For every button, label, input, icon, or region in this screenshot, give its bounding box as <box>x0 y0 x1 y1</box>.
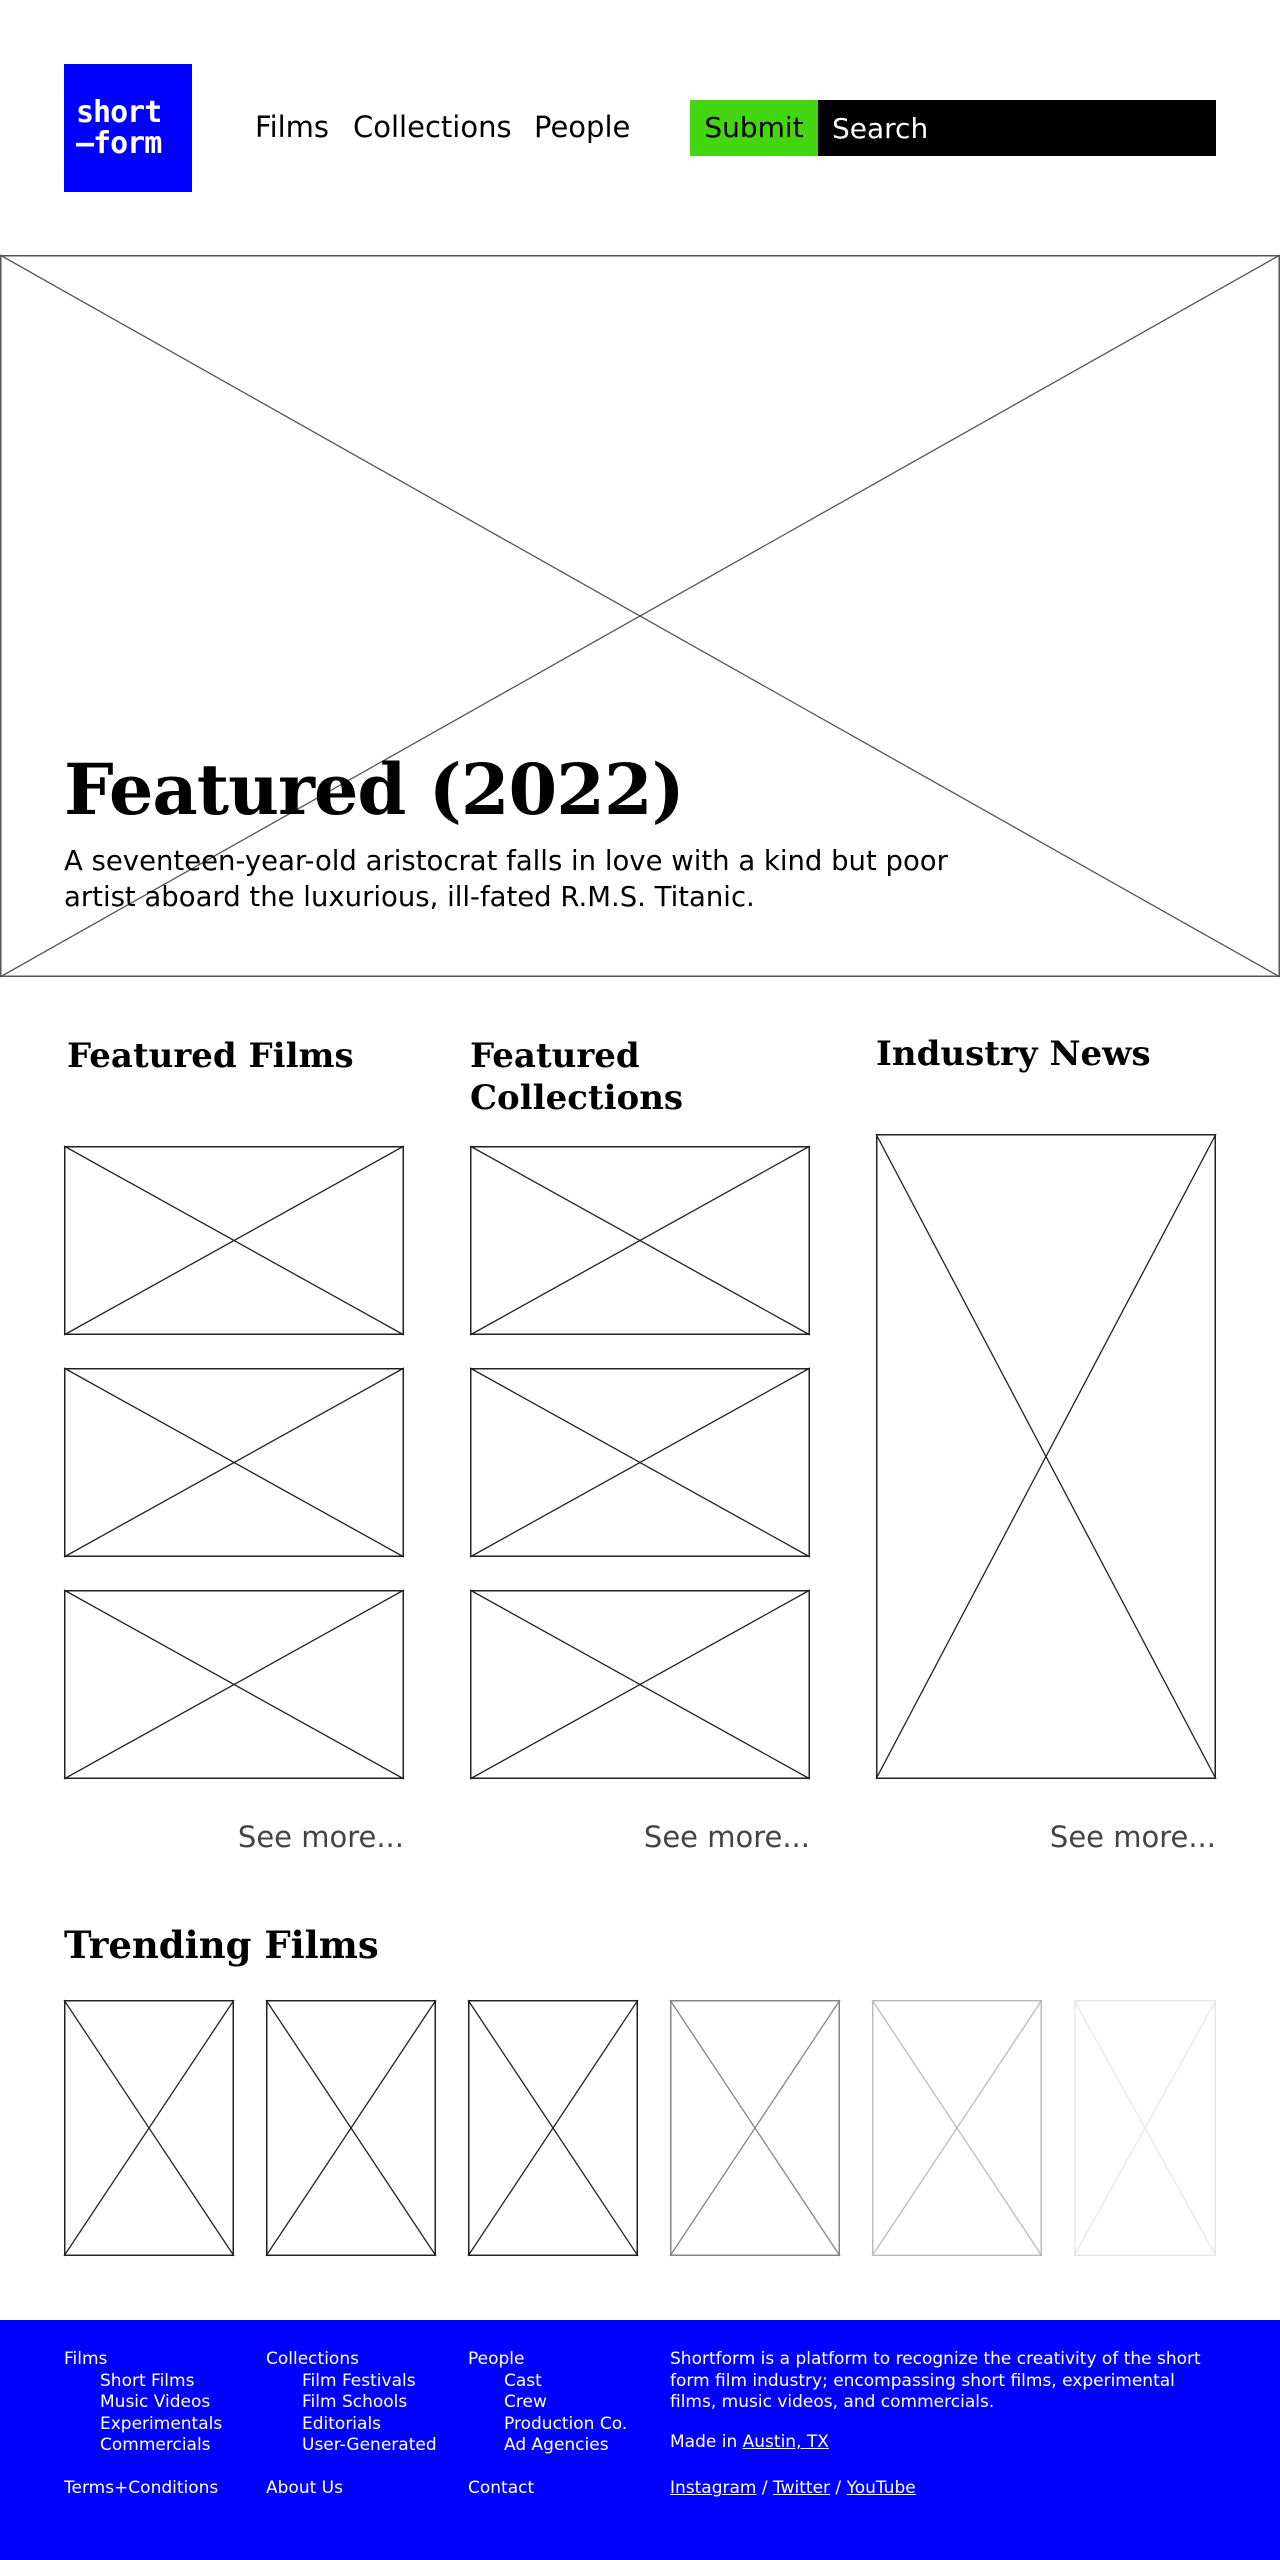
footer-contact-link[interactable]: Contact <box>468 2478 534 2498</box>
submit-button[interactable]: Submit <box>690 100 818 156</box>
footer-people-column: People Cast Crew Production Co. Ad Agenc… <box>468 2349 627 2457</box>
featured-collection-thumbnail[interactable] <box>469 1367 811 1558</box>
youtube-link[interactable]: YouTube <box>847 2478 916 2498</box>
featured-film-thumbnail[interactable] <box>63 1367 405 1558</box>
featured-collection-thumbnail[interactable] <box>469 1145 811 1336</box>
instagram-link[interactable]: Instagram <box>670 2478 757 2498</box>
twitter-link[interactable]: Twitter <box>773 2478 830 2498</box>
search-input[interactable] <box>818 100 1216 156</box>
nav-people[interactable]: People <box>534 110 630 144</box>
placeholder-cross-graphic <box>265 1999 437 2257</box>
industry-news-image-placeholder[interactable] <box>875 1133 1217 1780</box>
footer-link[interactable]: Music Videos <box>64 2392 222 2414</box>
placeholder-cross-graphic <box>63 1145 405 1336</box>
footer-social-links: Instagram / Twitter / YouTube <box>670 2478 916 2498</box>
featured-films-heading: Featured Films <box>67 1036 354 1076</box>
trending-film-thumbnail[interactable] <box>63 1999 235 2257</box>
hero-description: A seventeen-year-old aristocrat falls in… <box>64 845 948 913</box>
placeholder-cross-graphic <box>63 1999 235 2257</box>
logo[interactable]: short –form <box>64 64 192 192</box>
nav-films[interactable]: Films <box>255 110 329 144</box>
placeholder-cross-graphic <box>63 1367 405 1558</box>
footer-made-in: Made in Austin, TX <box>670 2432 829 2452</box>
footer-link[interactable]: Ad Agencies <box>468 2435 627 2457</box>
footer-collections-column: Collections Film Festivals Film Schools … <box>266 2349 437 2457</box>
logo-line-1: short <box>76 95 162 130</box>
industry-news-heading: Industry News <box>876 1034 1151 1074</box>
featured-collections-see-more-link[interactable]: See more... <box>470 1820 810 1854</box>
placeholder-cross-graphic <box>871 1999 1043 2257</box>
footer-people-title[interactable]: People <box>468 2349 627 2371</box>
placeholder-cross-graphic <box>469 1145 811 1336</box>
footer-link[interactable]: Editorials <box>266 2414 437 2436</box>
trending-film-thumbnail[interactable] <box>669 1999 841 2257</box>
hero-title: Featured (2022) <box>64 748 685 831</box>
trending-film-thumbnail[interactable] <box>467 1999 639 2257</box>
footer-films-column: Films Short Films Music Videos Experimen… <box>64 2349 222 2457</box>
placeholder-cross-graphic <box>1073 1999 1217 2257</box>
placeholder-cross-graphic <box>469 1367 811 1558</box>
footer-link[interactable]: User-Generated <box>266 2435 437 2457</box>
trending-film-thumbnail[interactable] <box>265 1999 437 2257</box>
footer-link[interactable]: Film Schools <box>266 2392 437 2414</box>
placeholder-cross-graphic <box>669 1999 841 2257</box>
footer-location-link[interactable]: Austin, TX <box>743 2432 829 2452</box>
footer-link[interactable]: Short Films <box>64 2371 222 2393</box>
placeholder-cross-graphic <box>63 1589 405 1780</box>
footer-link[interactable]: Film Festivals <box>266 2371 437 2393</box>
footer-link[interactable]: Production Co. <box>468 2414 627 2436</box>
nav-collections[interactable]: Collections <box>353 110 512 144</box>
footer-link[interactable]: Commercials <box>64 2435 222 2457</box>
footer-about-link[interactable]: About Us <box>266 2478 343 2498</box>
footer: Films Short Films Music Videos Experimen… <box>0 2320 1280 2560</box>
featured-films-see-more-link[interactable]: See more... <box>64 1820 404 1854</box>
featured-collections-heading: Featured Collections <box>470 1036 684 1118</box>
trending-film-thumbnail[interactable] <box>871 1999 1043 2257</box>
footer-films-title[interactable]: Films <box>64 2349 222 2371</box>
industry-news-see-more-link[interactable]: See more... <box>876 1820 1216 1854</box>
featured-film-thumbnail[interactable] <box>63 1145 405 1336</box>
placeholder-cross-graphic <box>875 1133 1217 1780</box>
footer-about-text: Shortform is a platform to recognize the… <box>670 2349 1201 2412</box>
featured-film-thumbnail[interactable] <box>63 1589 405 1780</box>
featured-collection-thumbnail[interactable] <box>469 1589 811 1780</box>
placeholder-cross-graphic <box>467 1999 639 2257</box>
footer-link[interactable]: Crew <box>468 2392 627 2414</box>
footer-collections-title[interactable]: Collections <box>266 2349 437 2371</box>
logo-line-2: –form <box>76 126 162 161</box>
footer-terms-link[interactable]: Terms+Conditions <box>64 2478 218 2498</box>
footer-link[interactable]: Experimentals <box>64 2414 222 2436</box>
social-separator: / <box>756 2478 774 2498</box>
footer-link[interactable]: Cast <box>468 2371 627 2393</box>
social-separator: / <box>830 2478 847 2498</box>
trending-films-heading: Trending Films <box>64 1923 379 1967</box>
footer-made-in-prefix: Made in <box>670 2432 743 2452</box>
placeholder-cross-graphic <box>469 1589 811 1780</box>
trending-film-thumbnail[interactable] <box>1073 1999 1217 2257</box>
